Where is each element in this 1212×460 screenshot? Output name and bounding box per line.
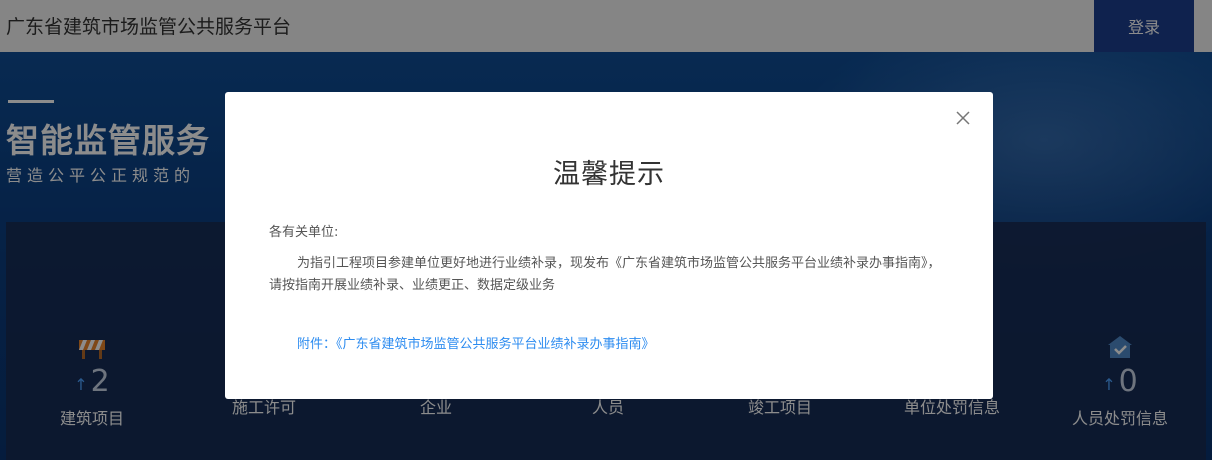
attachment-link[interactable]: 附件：《广东省建筑市场监管公共服务平台业绩补录办事指南》 bbox=[297, 333, 655, 352]
modal-greeting: 各有关单位: bbox=[269, 225, 339, 240]
close-icon[interactable] bbox=[953, 108, 973, 128]
modal-body-text: 为指引工程项目参建单位更好地进行业绩补录，现发布《广东省建筑市场监管公共服务平台… bbox=[269, 256, 941, 293]
notice-modal: 温馨提示 各有关单位: 为指引工程项目参建单位更好地进行业绩补录，现发布《广东省… bbox=[225, 92, 993, 399]
modal-title: 温馨提示 bbox=[553, 159, 665, 190]
